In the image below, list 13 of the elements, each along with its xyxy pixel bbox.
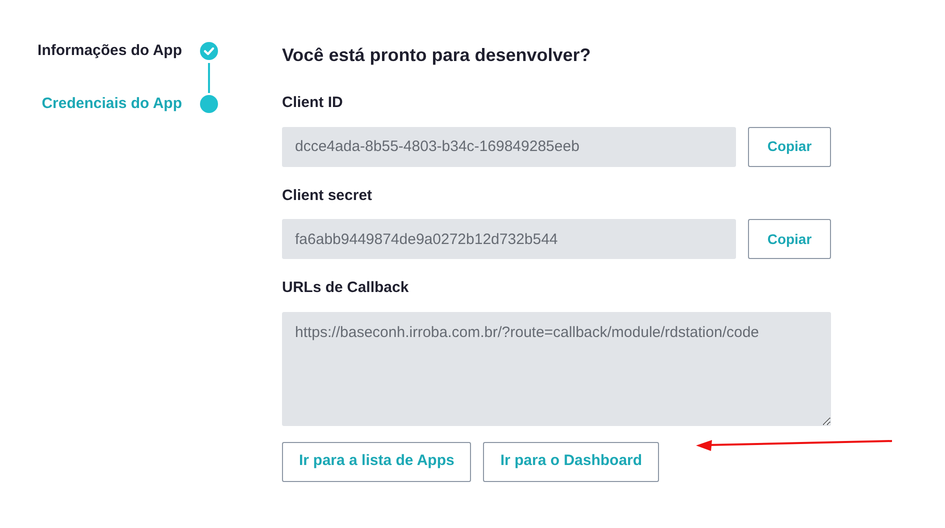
- copy-button[interactable]: Copiar: [748, 219, 831, 259]
- copy-button[interactable]: Copiar: [748, 126, 831, 166]
- nav-button[interactable]: Ir para o Dashboard: [483, 442, 660, 482]
- readonly-field[interactable]: fa6abb9449874de9a0272b12d732b544: [282, 219, 736, 259]
- nav-button[interactable]: Ir para a lista de Apps: [282, 442, 472, 482]
- field-label: Client ID: [282, 93, 343, 113]
- page-heading: Você está pronto para desenvolver?: [282, 44, 591, 67]
- callback-url-field[interactable]: https://baseconh.irroba.com.br/?route=callback/module/rdstation/code: [282, 312, 831, 426]
- step-label[interactable]: Credenciais do App: [42, 92, 182, 115]
- field-label: URLs de Callback: [282, 278, 409, 298]
- field-label: Client secret: [282, 186, 372, 206]
- readonly-field[interactable]: dcce4ada-8b55-4803-b34c-169849285eeb: [282, 126, 736, 166]
- step-label[interactable]: Informações do App: [38, 40, 182, 62]
